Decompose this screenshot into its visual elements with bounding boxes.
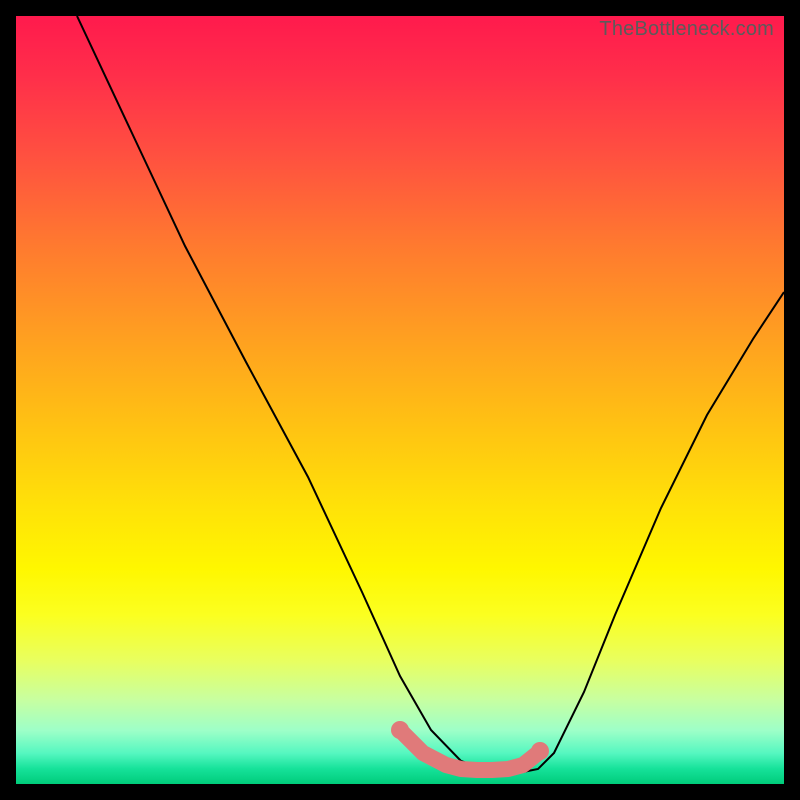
curve-layer	[16, 16, 784, 784]
chart-frame: TheBottleneck.com	[0, 0, 800, 800]
bottleneck-curve	[77, 16, 784, 772]
pink-highlight-segment	[400, 730, 538, 770]
plot-area: TheBottleneck.com	[16, 16, 784, 784]
pink-dot-left	[391, 721, 409, 739]
pink-dot-right	[531, 742, 549, 760]
